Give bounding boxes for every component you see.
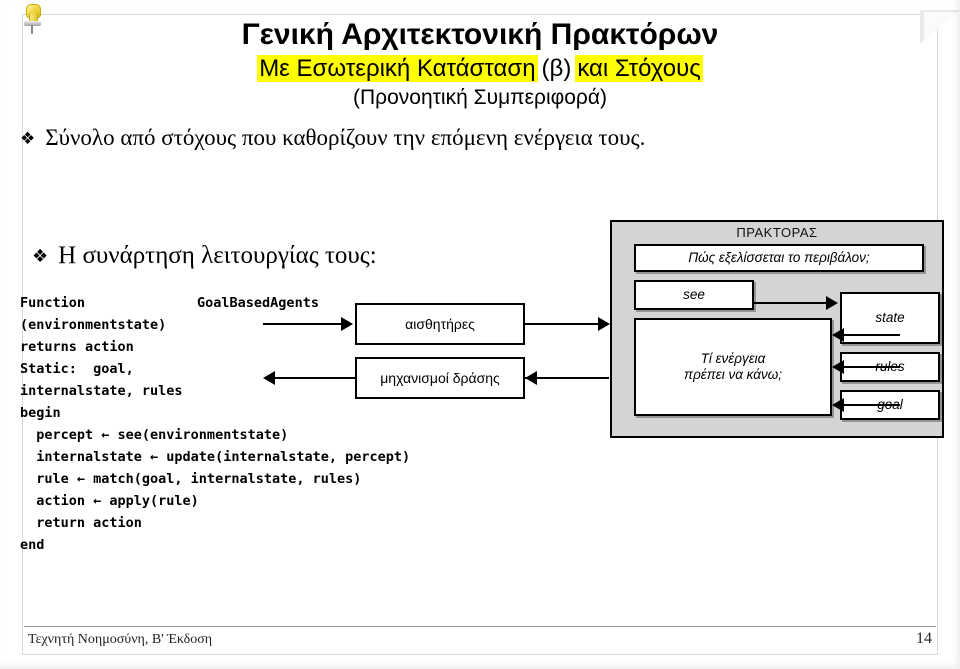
arrow-head-from-actuators-icon [263, 371, 275, 385]
agent-box-what-action: Τί ενέργεια πρέπει να κάνω; [634, 318, 832, 416]
code-function-name: GoalBasedAgents [197, 295, 319, 311]
arrow-line-from-actuators [275, 377, 355, 379]
code-line: begin [20, 405, 61, 421]
bullet-text: Η συνάρτηση λειτουργίας τους: [58, 242, 377, 269]
arrow-line-see-to-state [754, 302, 828, 304]
arrow-line-rules-to-what [844, 366, 900, 368]
what-action-line-1: Τί ενέργεια [700, 350, 766, 366]
subtitle-beta: (β) [541, 54, 572, 82]
bullet-item-goals: ❖ Σύνολο από στόχους που καθορίζουν την … [20, 124, 940, 153]
arrow-line-state-to-what [844, 334, 900, 336]
arrow-head-agent-to-actuators-icon [525, 371, 537, 385]
arrow-head-to-sensors-icon [341, 317, 353, 331]
code-line: internalstate, rules [20, 383, 183, 399]
actuators-box: μηχανισμοί δράσης [355, 357, 525, 399]
bullet-diamond-icon: ❖ [20, 129, 36, 149]
arrow-line-to-sensors [263, 323, 343, 325]
code-line: internalstate ← update(internalstate, pe… [20, 449, 411, 465]
footer-divider [24, 626, 936, 627]
slide-canvas: Γενική Αρχιτεκτονική Πρακτόρων Με Εσωτερ… [0, 0, 960, 669]
code-line: rule ← match(goal, internalstate, rules) [20, 471, 362, 487]
bullet-diamond-icon: ❖ [32, 246, 49, 267]
subtitle-highlight-a: Με Εσωτερική Κατάσταση [257, 54, 538, 82]
arrow-head-see-to-state-icon [826, 296, 838, 310]
subtitle-highlight-b: και Στόχους [575, 54, 703, 82]
agent-panel-title: ΠΡΑΚΤΟΡΑΣ [736, 225, 818, 240]
code-line: end [20, 537, 45, 553]
arrow-head-state-to-what-icon [832, 328, 844, 342]
code-line: return action [20, 515, 142, 531]
page-title: Γενική Αρχιτεκτονική Πρακτόρων [241, 18, 719, 51]
footer-text: Τεχνητή Νοημοσύνη, Β' Έκδοση [28, 632, 213, 647]
arrow-line-goal-to-what [844, 404, 900, 406]
bullet-item-function: ❖ Η συνάρτηση λειτουργίας τους: [32, 240, 592, 271]
code-keyword-function: Function [20, 295, 86, 311]
code-line: returns action [20, 339, 134, 355]
agent-box-environment-question: Πώς εξελίσσεται το περιβάλον; [634, 244, 924, 272]
arrow-head-sensors-to-agent-icon [598, 317, 610, 331]
code-line: action ← apply(rule) [20, 493, 199, 509]
page-subtitle: Με Εσωτερική Κατάσταση (β) και Στόχους [0, 54, 960, 83]
agent-panel: ΠΡΑΚΤΟΡΑΣ Πώς εξελίσσεται το περιβάλον; … [610, 220, 944, 438]
sensors-box: αισθητήρες [355, 303, 525, 345]
agent-box-state: state [840, 292, 940, 344]
arrow-head-goal-to-what-icon [832, 398, 844, 412]
what-action-line-2: πρέπει να κάνω; [684, 367, 782, 382]
bullet-text: Σύνολο από στόχους που καθορίζουν την επ… [45, 125, 646, 150]
title-block: Γενική Αρχιτεκτονική Πρακτόρων Με Εσωτερ… [0, 18, 960, 110]
agent-box-see: see [634, 280, 754, 310]
page-number: 14 [916, 630, 932, 647]
code-line: Static: goal, [20, 361, 134, 377]
code-line: (environmentstate) [20, 317, 167, 333]
page-subtitle-secondary: (Προνοητική Συμπεριφορά) [352, 86, 608, 110]
arrow-line-agent-to-actuators [525, 377, 609, 379]
arrow-head-rules-to-what-icon [832, 360, 844, 374]
code-line: percept ← see(environmentstate) [20, 427, 289, 443]
arrow-line-sensors-to-agent [525, 323, 605, 325]
